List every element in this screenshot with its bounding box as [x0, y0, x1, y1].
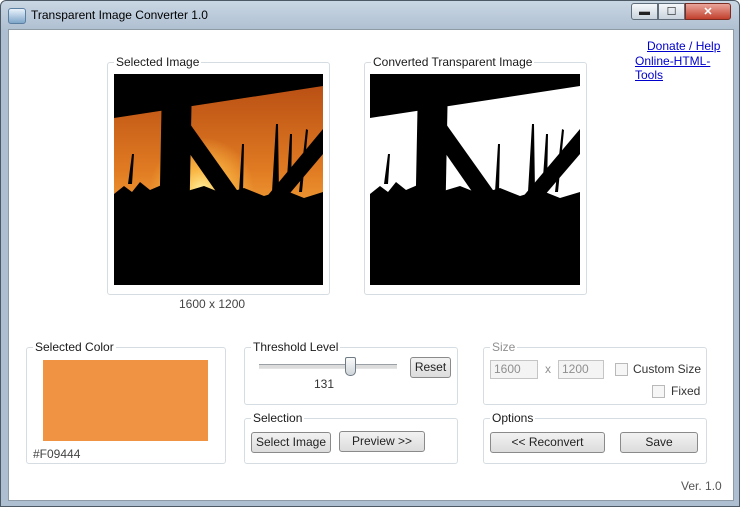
converted-image-label: Converted Transparent Image — [371, 55, 535, 69]
options-label: Options — [490, 411, 536, 425]
size-panel: Size 1600 x 1200 Custom Size Fixed — [483, 340, 707, 405]
reconvert-button[interactable]: << Reconvert — [490, 432, 605, 453]
app-window: Transparent Image Converter 1.0 ▬ ☐ ✕ Do… — [0, 0, 740, 507]
fixed-checkbox[interactable] — [652, 385, 665, 398]
custom-size-label: Custom Size — [633, 362, 702, 376]
save-button[interactable]: Save — [620, 432, 698, 453]
client-area: Donate / Help Online-HTML-Tools Selected… — [8, 29, 734, 501]
version-label: Ver. 1.0 — [681, 479, 722, 493]
selected-image-label: Selected Image — [114, 55, 202, 69]
converted-photo-image — [370, 74, 580, 285]
selected-image-panel: Selected Image — [107, 55, 330, 295]
options-panel: Options << Reconvert Save — [483, 411, 707, 464]
minimize-button[interactable]: ▬ — [631, 3, 658, 20]
sunset-photo-image — [114, 74, 323, 285]
fixed-label: Fixed — [671, 384, 701, 398]
close-button[interactable]: ✕ — [685, 3, 731, 20]
converted-image-preview — [370, 74, 580, 285]
selected-color-label: Selected Color — [33, 340, 116, 354]
reset-button[interactable]: Reset — [410, 357, 451, 378]
selection-label: Selection — [251, 411, 305, 425]
donate-help-link[interactable]: Donate / Help — [647, 39, 720, 53]
color-swatch — [43, 360, 208, 441]
size-label: Size — [490, 340, 518, 354]
title-bar[interactable]: Transparent Image Converter 1.0 ▬ ☐ ✕ — [1, 1, 739, 29]
window-title: Transparent Image Converter 1.0 — [31, 8, 208, 22]
selection-panel: Selection Select Image Preview >> — [244, 411, 458, 464]
custom-size-checkbox[interactable] — [615, 363, 628, 376]
threshold-slider-thumb[interactable] — [345, 357, 357, 376]
color-hex-value: #F09444 — [33, 447, 81, 461]
threshold-panel: Threshold Level 131 Reset — [244, 340, 458, 405]
selected-image-preview[interactable] — [114, 74, 323, 285]
app-icon — [8, 8, 26, 24]
threshold-label: Threshold Level — [251, 340, 341, 354]
maximize-button[interactable]: ☐ — [658, 3, 685, 20]
width-field[interactable]: 1600 — [490, 360, 538, 379]
converted-image-panel: Converted Transparent Image — [364, 55, 587, 295]
height-field[interactable]: 1200 — [558, 360, 604, 379]
size-separator: x — [545, 362, 551, 376]
threshold-slider-track[interactable] — [259, 364, 397, 369]
image-dimensions: 1600 x 1200 — [179, 297, 246, 311]
online-html-tools-link[interactable]: Online-HTML-Tools — [635, 54, 733, 82]
threshold-value: 131 — [314, 377, 335, 391]
preview-button[interactable]: Preview >> — [339, 431, 425, 452]
select-image-button[interactable]: Select Image — [251, 432, 331, 453]
selected-color-panel: Selected Color #F09444 — [26, 340, 226, 464]
